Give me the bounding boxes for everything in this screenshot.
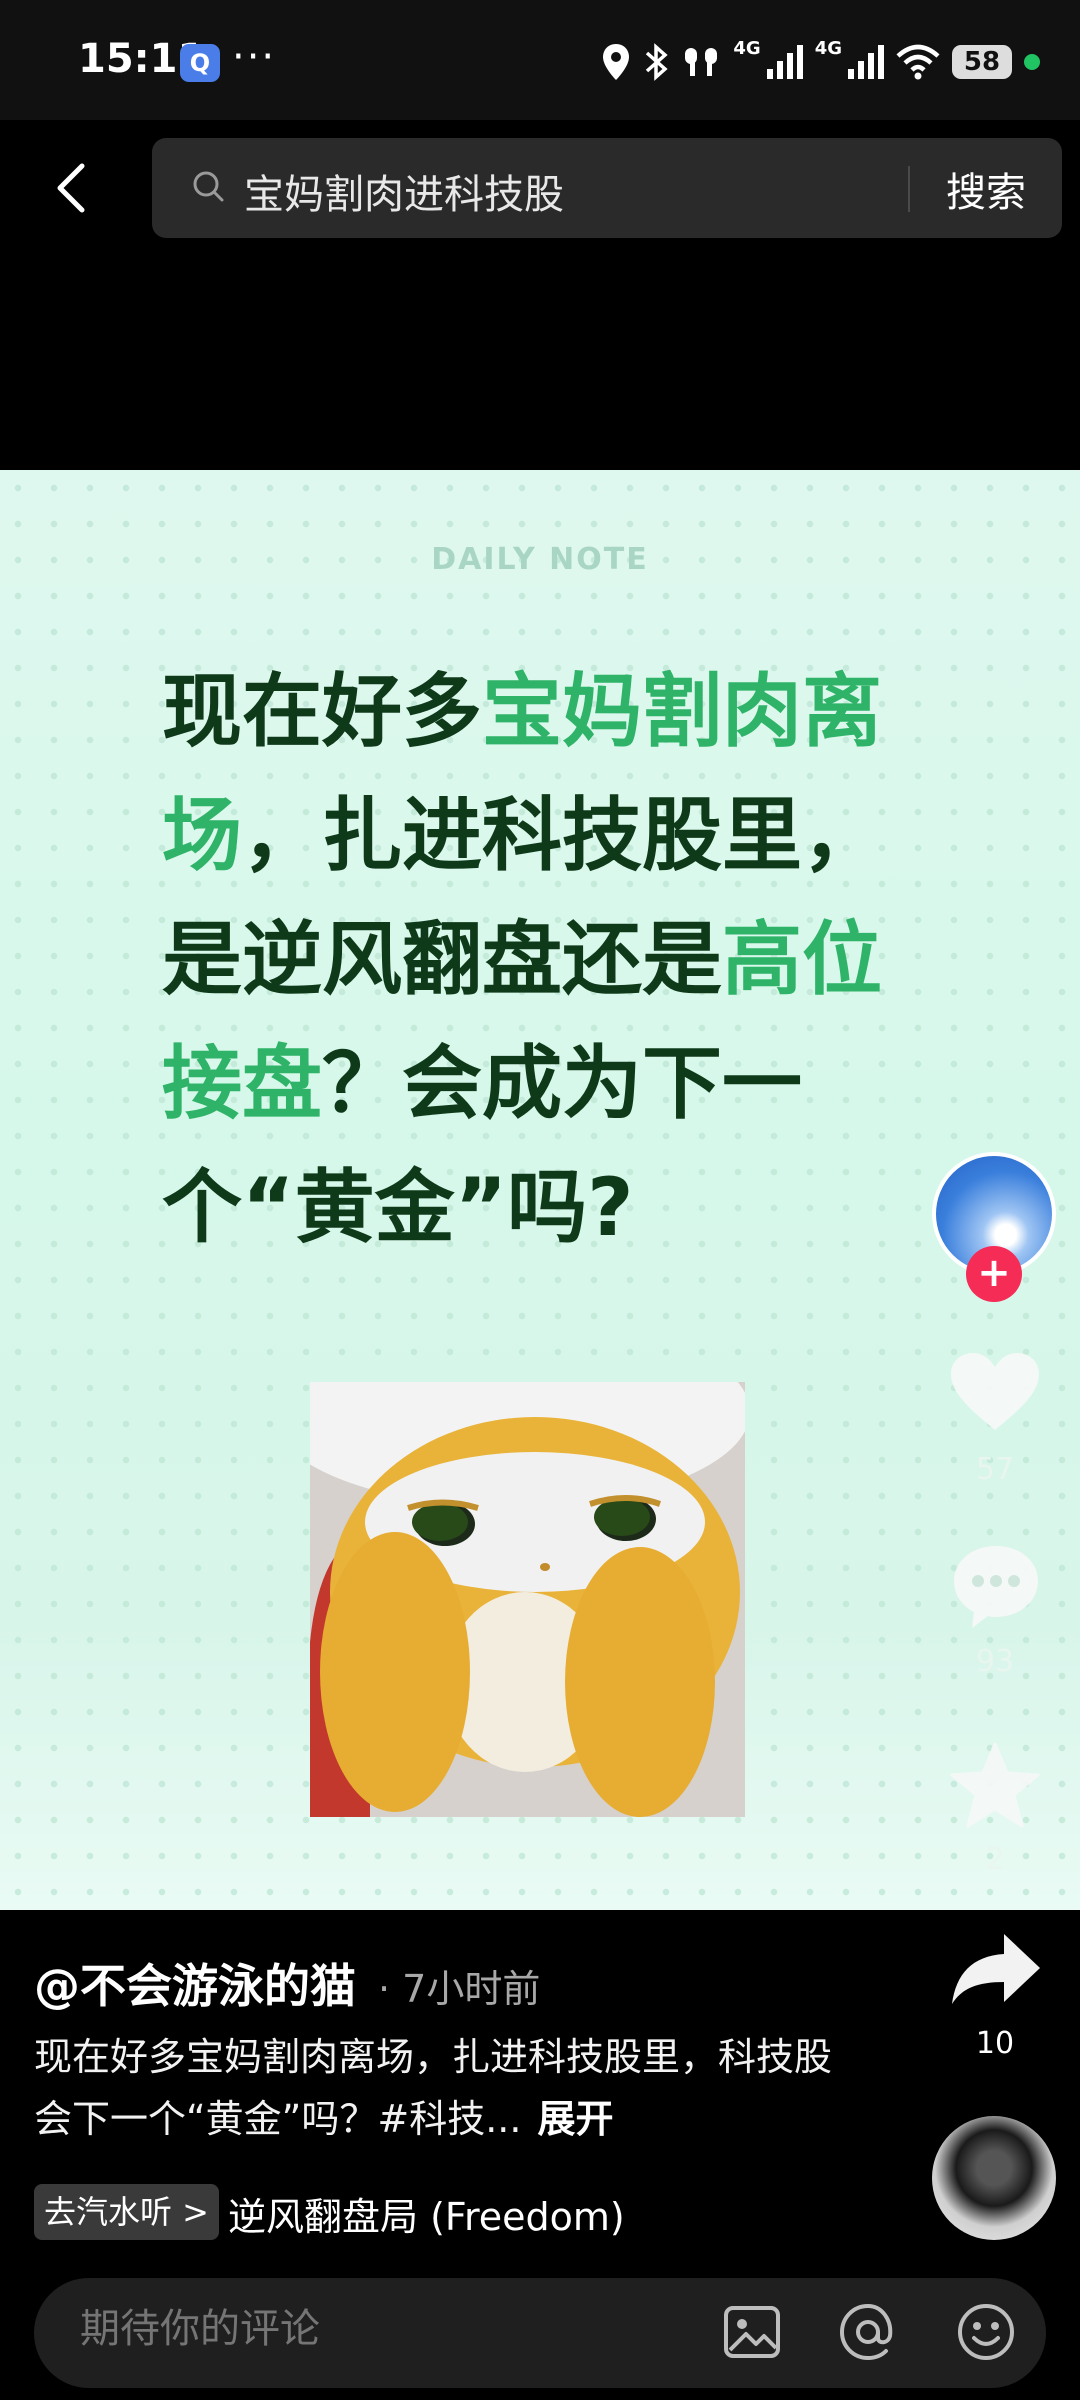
location-icon bbox=[603, 44, 630, 80]
network-type-2: 4G bbox=[814, 37, 842, 59]
network-type-1: 4G bbox=[733, 37, 761, 59]
star-icon[interactable] bbox=[948, 1740, 1042, 1830]
expand-button[interactable]: 展开 bbox=[537, 2097, 613, 2141]
headline-part: 现在好多 bbox=[162, 665, 482, 758]
comment-count: 93 bbox=[975, 1644, 1015, 1679]
search-divider bbox=[908, 166, 910, 212]
more-notifications-icon: ··· bbox=[232, 34, 277, 80]
wifi-icon bbox=[896, 44, 940, 80]
description-text: 现在好多宝妈割肉离场，扎进科技股里，科技股会下一个“黄金”吗？#科技... bbox=[34, 2035, 833, 2141]
music-title[interactable]: 逆风翻盘局 (Freedom) bbox=[228, 2186, 625, 2241]
like-count: 57 bbox=[975, 1452, 1015, 1487]
post-headline: 现在好多宝妈割肉离场，扎进科技股里，是逆风翻盘还是高位接盘？会成为下一个“黄金”… bbox=[162, 650, 882, 1270]
comment-icon[interactable] bbox=[950, 1542, 1042, 1632]
status-icons: 4G 4G 58 bbox=[601, 38, 1040, 86]
post-description: 现在好多宝妈割肉离场，扎进科技股里，科技股会下一个“黄金”吗？#科技... 展开 bbox=[34, 2026, 854, 2150]
search-button[interactable]: 搜索 bbox=[946, 160, 1026, 218]
listen-in-app-tag[interactable]: 去汽水听 > bbox=[34, 2184, 219, 2240]
follow-plus-icon[interactable]: + bbox=[966, 1246, 1022, 1302]
search-icon bbox=[193, 171, 224, 202]
emoji-icon[interactable] bbox=[954, 2300, 1018, 2364]
signal-1-icon bbox=[766, 45, 803, 79]
image-icon[interactable] bbox=[720, 2300, 784, 2364]
app-notification-icon: Q bbox=[180, 44, 220, 82]
favorite-count: 2 bbox=[985, 1842, 1005, 1877]
cartoon-character-image bbox=[310, 1382, 745, 1817]
privacy-indicator-dot bbox=[1024, 54, 1040, 70]
daily-note-label: DAILY NOTE bbox=[431, 542, 649, 577]
search-query[interactable]: 宝妈割肉进科技股 bbox=[244, 162, 564, 220]
comment-input[interactable] bbox=[80, 2306, 640, 2352]
share-icon[interactable] bbox=[948, 1930, 1044, 2010]
music-disc-avatar[interactable] bbox=[932, 2116, 1056, 2240]
back-arrow-icon[interactable] bbox=[40, 148, 100, 228]
signal-2-icon bbox=[848, 45, 884, 79]
post-image[interactable]: DAILY NOTE 现在好多宝妈割肉离场，扎进科技股里，是逆风翻盘还是高位接盘… bbox=[0, 470, 1080, 1910]
earbuds-icon bbox=[685, 48, 718, 76]
author-name[interactable]: @不会游泳的猫 bbox=[34, 1950, 356, 2016]
battery-level: 58 bbox=[952, 45, 1012, 79]
heart-icon[interactable] bbox=[948, 1350, 1042, 1434]
share-count: 10 bbox=[975, 2026, 1015, 2061]
post-time: · 7小时前 bbox=[378, 1967, 541, 2011]
bluetooth-icon bbox=[646, 43, 669, 81]
at-icon[interactable] bbox=[836, 2300, 900, 2364]
